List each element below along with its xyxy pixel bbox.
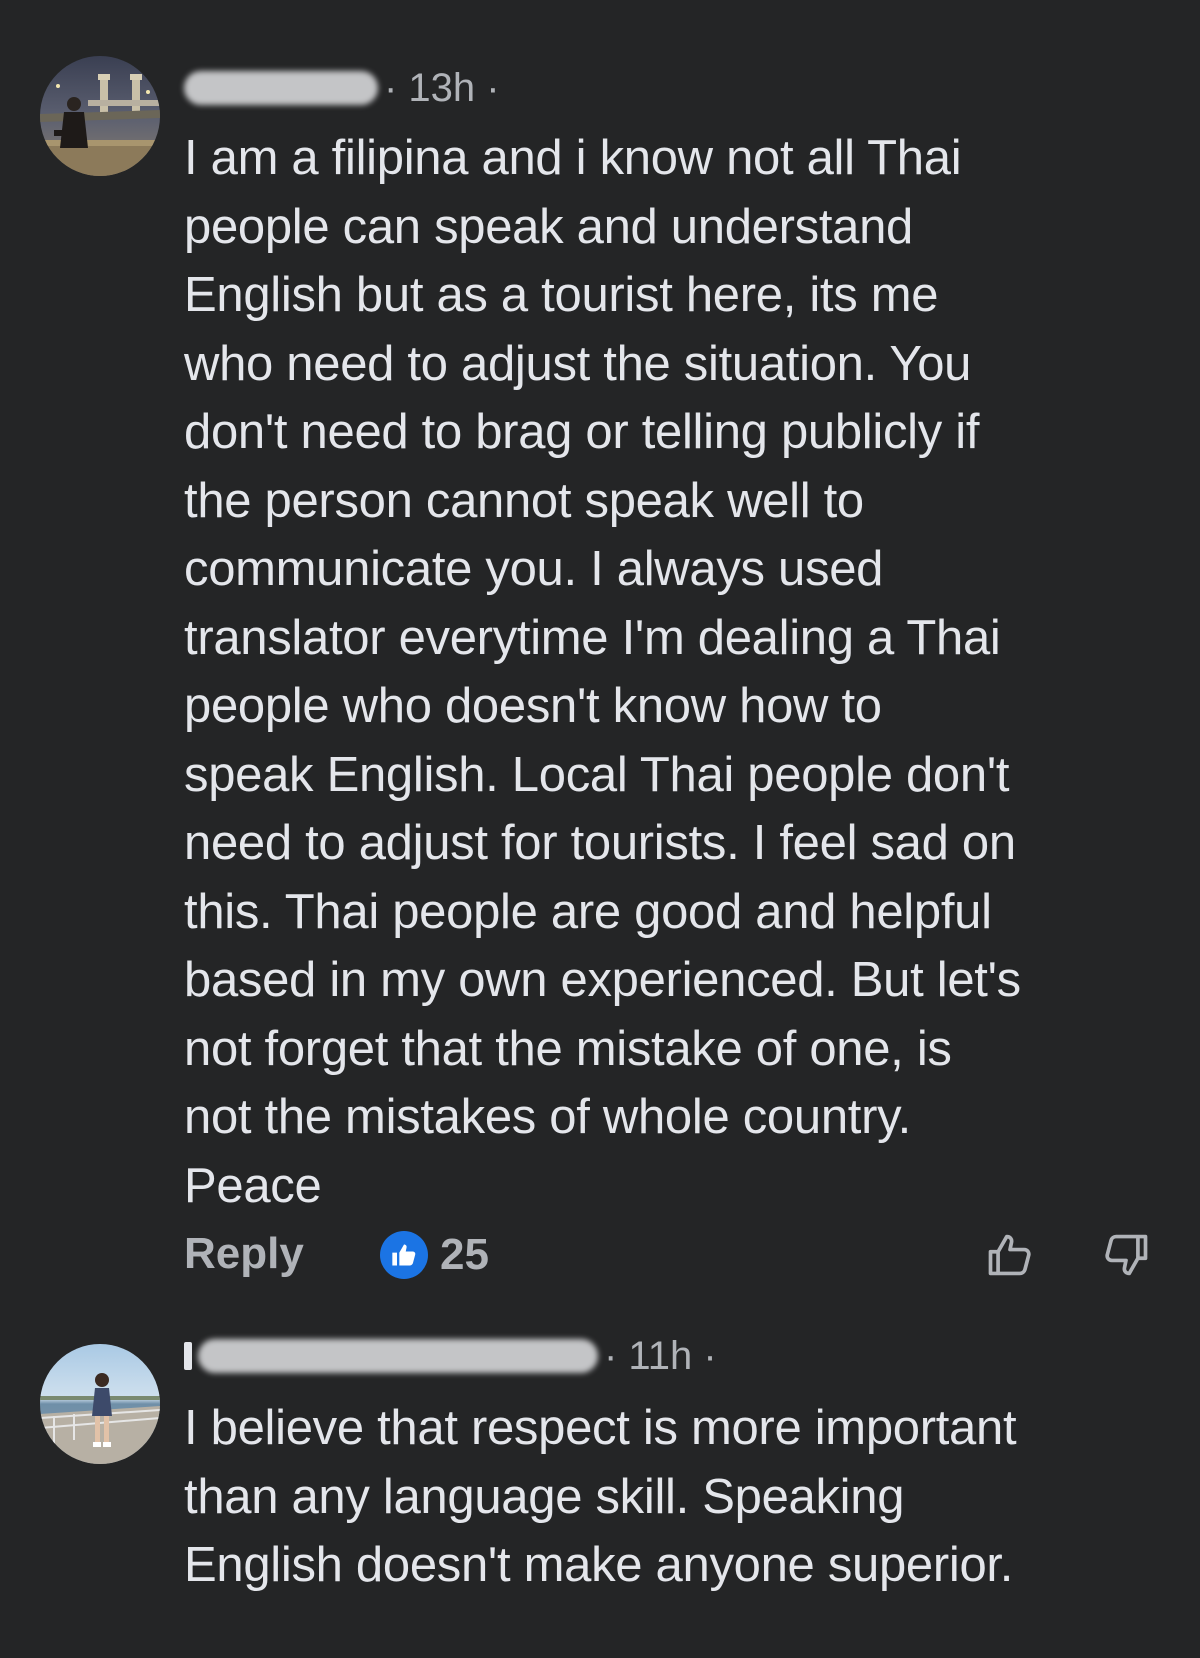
thumbs-down-outline-icon: [1105, 1234, 1148, 1276]
thumbs-up-icon: [380, 1231, 428, 1279]
comment-meta: · 11h ·: [184, 1326, 717, 1386]
avatar-photo: [40, 56, 160, 176]
upvote-button[interactable]: [984, 1229, 1036, 1281]
downvote-button[interactable]: [1100, 1229, 1152, 1281]
comment-text: I am a filipina and i know not all Thai …: [184, 131, 1021, 1213]
comment: · 13h · I am a filipina and i know not a…: [0, 0, 1200, 1290]
like-count: 25: [440, 1230, 489, 1279]
comment-timestamp[interactable]: · 11h ·: [604, 1334, 717, 1379]
comment-meta: · 13h ·: [184, 58, 500, 118]
author-name-fragment: [184, 1342, 192, 1370]
reaction-summary[interactable]: 25: [380, 1229, 489, 1281]
comment: · 11h · I believe that respect is more i…: [0, 1290, 1200, 1658]
redacted-author-name: [198, 1339, 598, 1373]
comment-timestamp[interactable]: · 13h ·: [384, 66, 500, 111]
redacted-author-name: [184, 71, 378, 105]
avatar[interactable]: [40, 56, 160, 176]
thumbs-up-outline-icon: [988, 1234, 1031, 1276]
comment-text: I believe that respect is more important…: [184, 1401, 1017, 1592]
comment-actions: Reply 25: [184, 1225, 1148, 1285]
avatar[interactable]: [40, 1344, 160, 1464]
reply-button[interactable]: Reply: [184, 1229, 304, 1279]
avatar-photo: [40, 1344, 160, 1464]
